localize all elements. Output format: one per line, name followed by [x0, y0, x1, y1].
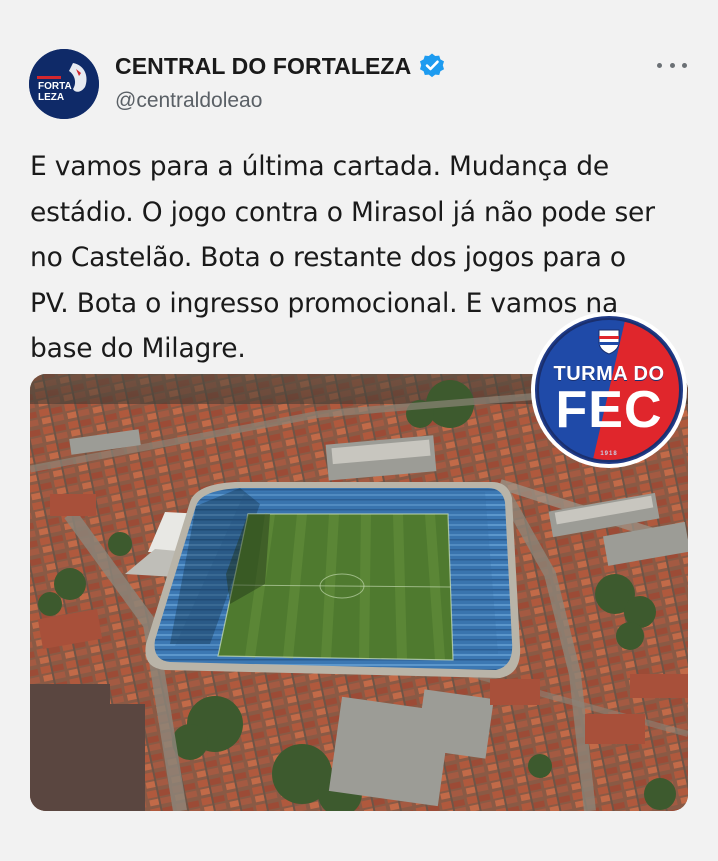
avatar-logo: FORTA LEZA: [29, 49, 99, 119]
avatar-text-line2: LEZA: [38, 92, 64, 103]
tweet-text-line: E vamos para a última cartada. Mudança d…: [30, 151, 609, 182]
avatar-text-line1: FORTA: [38, 81, 72, 92]
badge-year-text: 1918: [600, 451, 618, 457]
more-dot: [657, 62, 662, 68]
tweet-text-line: estádio. O jogo contra o Mirasol já não …: [30, 196, 655, 228]
more-dot: [669, 62, 675, 68]
display-name[interactable]: CENTRAL DO FORTALEZA: [115, 53, 411, 80]
author-handle[interactable]: @centraldoleao: [115, 89, 262, 113]
author-name-row[interactable]: CENTRAL DO FORTALEZA: [115, 52, 446, 80]
badge-main-text: FEC: [555, 381, 663, 439]
tweet-text-line: no Castelão. Bota o restante dos jogos p…: [30, 242, 626, 273]
more-dot: [682, 62, 687, 68]
turma-do-fec-badge: TURMA DO FEC 1918: [531, 312, 687, 468]
more-options-icon[interactable]: [657, 55, 687, 75]
avatar[interactable]: FORTA LEZA: [29, 49, 99, 119]
verified-badge-icon: [418, 52, 446, 80]
